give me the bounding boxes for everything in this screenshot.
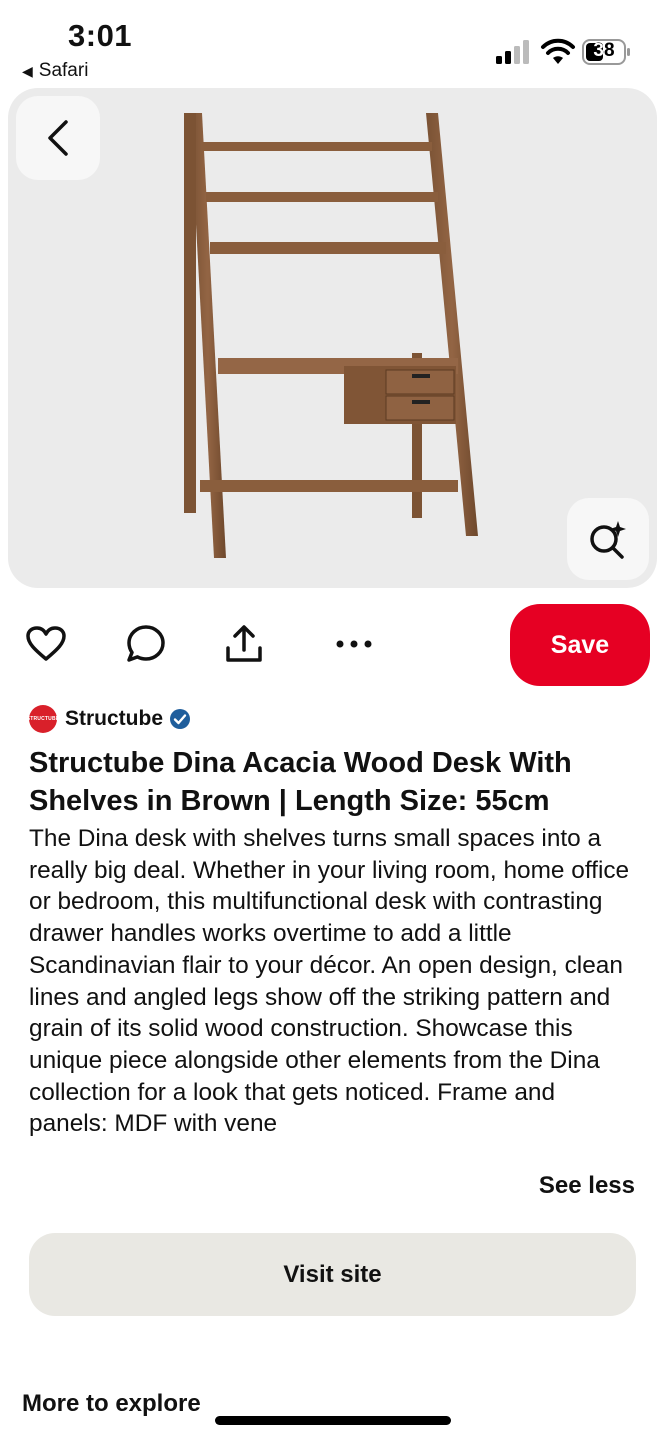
desk-product-image [184, 113, 478, 558]
avatar: STRUCTUBE [27, 705, 59, 733]
visit-site-button[interactable]: Visit site [29, 1233, 636, 1316]
pin-image[interactable] [8, 88, 657, 588]
see-less-link[interactable]: See less [539, 1172, 635, 1200]
pin-description: The Dina desk with shelves turns small s… [29, 825, 630, 1138]
back-to-app-link[interactable]: ◀ Safari [22, 60, 88, 82]
share-icon[interactable] [224, 624, 264, 664]
visual-search-button[interactable] [567, 498, 649, 580]
creator-name[interactable]: Structube [65, 707, 163, 731]
pin-title: Structube Dina Acacia Wood Desk With She… [29, 747, 572, 817]
back-button[interactable] [16, 96, 100, 180]
lens-sparkle-icon [590, 521, 626, 559]
more-options-icon[interactable] [334, 624, 374, 664]
status-bar: 3:01 ◀ Safari 38 [0, 0, 665, 88]
creator-row[interactable]: STRUCTUBE Structube [27, 704, 191, 734]
chevron-left-icon [48, 120, 68, 156]
verified-badge-icon [170, 709, 191, 729]
back-triangle-icon: ◀ [22, 62, 33, 79]
battery-icon: 38 [582, 38, 632, 66]
status-time: 3:01 [68, 18, 133, 53]
heart-icon[interactable] [26, 624, 66, 664]
action-bar: Save [0, 600, 665, 692]
section-heading-more-to-explore: More to explore [22, 1390, 201, 1417]
home-indicator[interactable] [215, 1416, 451, 1425]
back-app-label: Safari [38, 60, 89, 81]
save-button[interactable]: Save [510, 604, 650, 686]
cellular-signal-icon [496, 40, 529, 64]
battery-level: 38 [593, 40, 615, 61]
wifi-icon [541, 38, 575, 64]
comment-icon[interactable] [126, 624, 166, 664]
